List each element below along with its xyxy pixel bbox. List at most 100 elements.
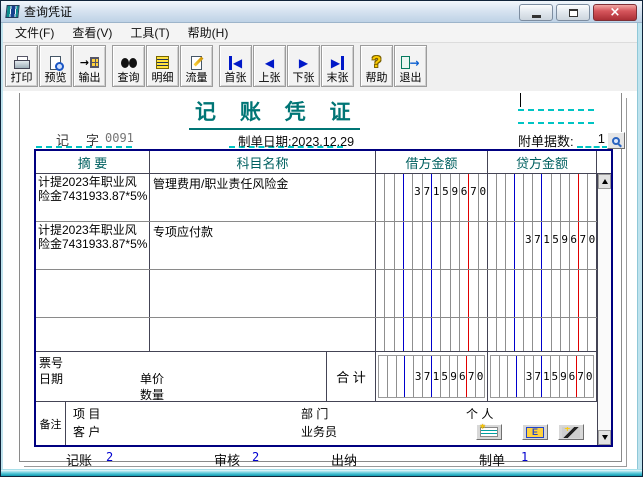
- toolbar-button-label: 退出: [400, 72, 422, 85]
- close-icon: [610, 6, 621, 19]
- minimize-icon: [532, 15, 541, 18]
- table-row[interactable]: 计提2023年职业风险金7431933.87*5% 专项应付款 37159670: [36, 222, 597, 270]
- menu-bar: 文件(F)查看(V)工具(T)帮助(H): [2, 23, 641, 43]
- maker-signature: 制单1: [479, 450, 505, 469]
- down-arrow-icon: [602, 435, 608, 440]
- audit-signature: 审核2: [214, 450, 240, 469]
- window-title: 查询凭证: [24, 3, 72, 20]
- display-button[interactable]: E: [522, 424, 548, 440]
- made-date-value: 2023.12.29: [291, 135, 354, 149]
- toolbar-button-label: 预览: [45, 72, 67, 85]
- salesman-label: 业务员: [301, 423, 337, 440]
- bookkeeping-signature: 记账2: [66, 450, 92, 469]
- voucher-title: 记 账 凭 证: [189, 96, 360, 130]
- attachments-underline: [577, 146, 608, 148]
- header-scroll-stub: [597, 151, 611, 173]
- exit-button[interactable]: →退出: [394, 45, 427, 87]
- wand-button[interactable]: [558, 424, 584, 440]
- up-arrow-icon: [602, 179, 608, 184]
- new-note-icon: [480, 427, 498, 437]
- export-button[interactable]: →输出: [73, 45, 106, 87]
- flow-doc-icon: [191, 53, 202, 72]
- magic-wand-icon: [562, 427, 580, 438]
- blank-field-line-1[interactable]: [518, 109, 594, 111]
- made-date-label: 制单日期:: [238, 135, 291, 149]
- row-summary: 计提2023年职业风险金7431933.87*5%: [36, 174, 150, 221]
- close-button[interactable]: [593, 4, 637, 21]
- row-debit-amount: [376, 270, 488, 317]
- voucher-word-suffix: 字: [86, 130, 99, 149]
- note-body: 项 目 客 户 部 门 业务员 个 人 E: [66, 402, 597, 445]
- vertical-scrollbar[interactable]: [597, 174, 611, 445]
- menu-item-2[interactable]: 查看(V): [63, 22, 121, 43]
- voucher-number: 0091: [105, 131, 134, 145]
- monitor-icon: E: [526, 427, 544, 438]
- toolbar-button-label: 末张: [327, 72, 349, 85]
- help-icon: ?: [372, 53, 382, 72]
- row-account: [150, 318, 376, 351]
- department-label: 部 门: [301, 405, 328, 422]
- first-page-button[interactable]: ◀首张: [219, 45, 252, 87]
- voucher-word-underline: [36, 146, 132, 148]
- export-icon: →: [80, 53, 99, 72]
- row-credit-amount: [488, 270, 597, 317]
- totals-detail-cell: 票号 日期 单价 数量: [36, 352, 327, 401]
- header-summary: 摘 要: [36, 151, 150, 173]
- totals-row: 票号 日期 单价 数量 合 计 37159670 37159670: [36, 352, 597, 402]
- note-row: 备注 项 目 客 户 部 门 业务员 个 人 E: [36, 402, 597, 445]
- binoculars-button[interactable]: 查询: [112, 45, 145, 87]
- note-label: 备注: [36, 402, 66, 445]
- note-button[interactable]: [476, 424, 502, 440]
- next-page-icon: ▶: [299, 53, 308, 72]
- toolbar-button-label: 下张: [293, 72, 315, 85]
- row-summary: [36, 318, 150, 351]
- voucher-table: 摘 要 科目名称 借方金额 贷方金额 计提2023年职业风险金7431933.8…: [34, 149, 613, 447]
- row-credit-amount: [488, 174, 597, 221]
- toolbar-button-label: 首张: [225, 72, 247, 85]
- unit-price-label: 单价: [140, 370, 164, 387]
- total-label: 合 计: [327, 352, 376, 401]
- flow-doc-button[interactable]: 流量: [180, 45, 213, 87]
- exit-icon: →: [401, 53, 419, 72]
- total-debit-amount: 37159670: [376, 352, 488, 401]
- header-account: 科目名称: [150, 151, 376, 173]
- bookkeeping-value: 2: [106, 450, 113, 464]
- preview-icon: [50, 53, 61, 72]
- scroll-down-button[interactable]: [598, 430, 611, 445]
- minimize-button[interactable]: [519, 4, 553, 21]
- next-page-button[interactable]: ▶下张: [287, 45, 320, 87]
- maximize-icon: [569, 9, 578, 17]
- window-icon: [5, 5, 19, 18]
- printer-button[interactable]: 打印: [5, 45, 38, 87]
- attachments-zoom-button[interactable]: [607, 132, 625, 149]
- row-summary: [36, 270, 150, 317]
- header-debit: 借方金额: [376, 151, 488, 173]
- cashier-signature: 出纳: [331, 450, 357, 469]
- attachments-label: 附单据数:: [518, 131, 574, 150]
- title-bar: 查询凭证: [1, 1, 642, 23]
- menu-item-1[interactable]: 文件(F): [6, 22, 63, 43]
- table-row[interactable]: [36, 318, 597, 352]
- person-label: 个 人: [466, 405, 493, 422]
- last-page-icon: ▶: [331, 53, 344, 72]
- blank-field-line-2[interactable]: [518, 122, 594, 124]
- toolbar-button-label: 流量: [186, 72, 208, 85]
- prev-page-icon: ◀: [265, 53, 274, 72]
- table-row[interactable]: [36, 270, 597, 318]
- toolbar-button-label: 打印: [11, 72, 33, 85]
- printer-icon: [14, 53, 30, 72]
- prev-page-button[interactable]: ◀上张: [253, 45, 286, 87]
- table-header-row: 摘 要 科目名称 借方金额 贷方金额: [36, 151, 611, 174]
- table-row[interactable]: 计提2023年职业风险金7431933.87*5% 管理费用/职业责任风险金 3…: [36, 174, 597, 222]
- maximize-button[interactable]: [556, 4, 590, 21]
- menu-item-4[interactable]: 帮助(H): [179, 22, 238, 43]
- total-credit-amount: 37159670: [488, 352, 597, 401]
- menu-item-3[interactable]: 工具(T): [121, 22, 178, 43]
- binoculars-icon: [121, 53, 137, 72]
- last-page-button[interactable]: ▶末张: [321, 45, 354, 87]
- preview-button[interactable]: 预览: [39, 45, 72, 87]
- detail-list-button[interactable]: 明细: [146, 45, 179, 87]
- help-button[interactable]: ?帮助: [360, 45, 393, 87]
- header-credit: 贷方金额: [488, 151, 597, 173]
- scroll-up-button[interactable]: [598, 174, 611, 189]
